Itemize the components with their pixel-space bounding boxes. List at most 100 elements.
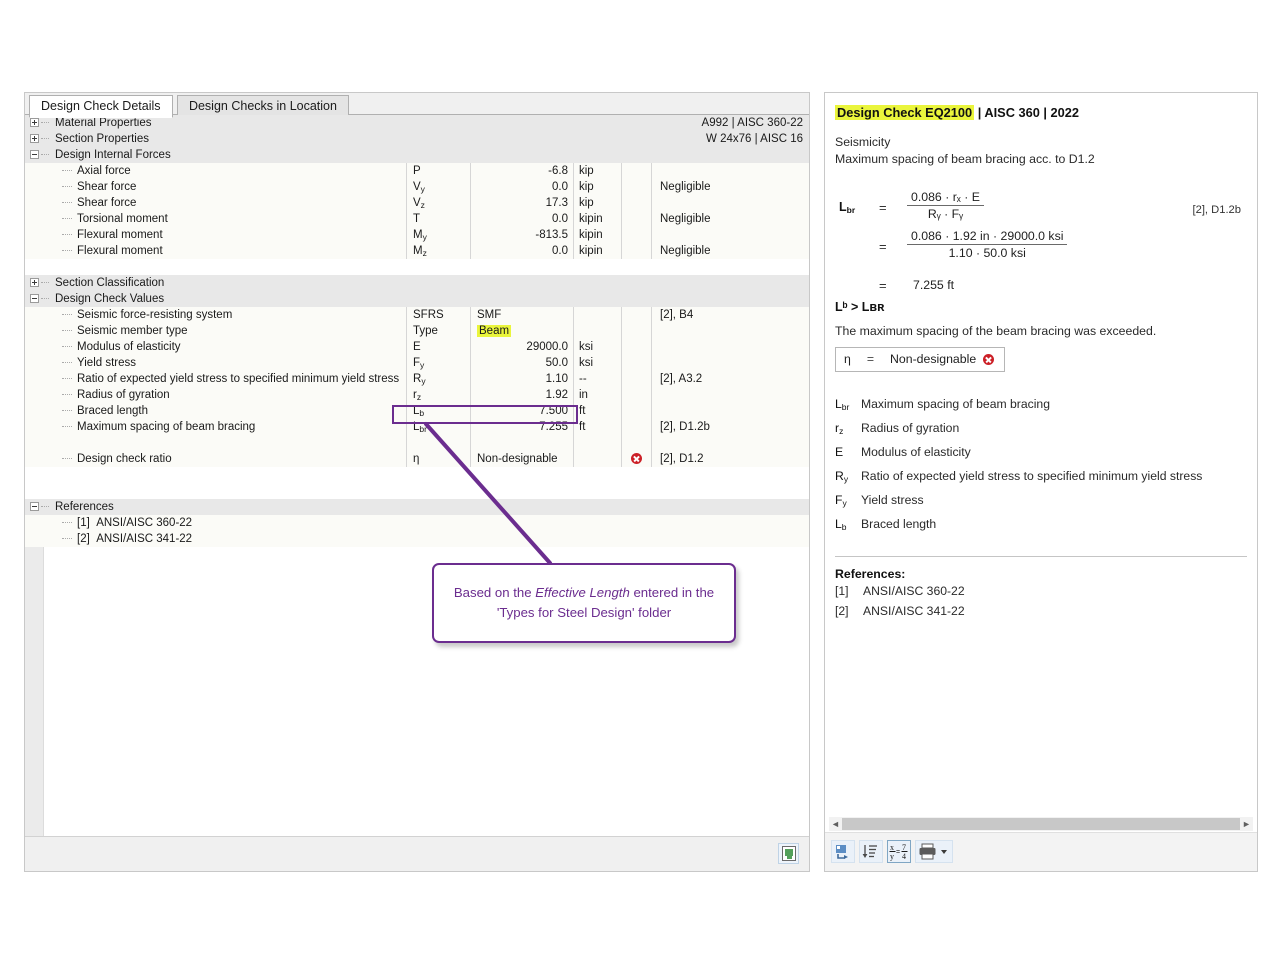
tree-dash (62, 250, 72, 252)
row-value: -6.8 (470, 163, 573, 179)
row-note (621, 179, 651, 195)
eta-symbol: η (844, 352, 851, 366)
fraction-denominator: Rᵧ · Fᵧ (907, 206, 984, 221)
row-unit: ft (573, 419, 621, 435)
group-row-design-internal-forces[interactable]: Design Internal Forces (25, 147, 809, 163)
row-unit: kipin (573, 243, 621, 259)
group-row-section-classification[interactable]: Section Classification (25, 275, 809, 291)
tree-dash (62, 314, 72, 316)
svg-text:x: x (890, 843, 894, 852)
tree-dash (62, 394, 72, 396)
sort-list-button[interactable] (859, 840, 883, 863)
reference-entry: [1] ANSI/AISC 360-22 (73, 515, 192, 531)
table-row[interactable]: Flexural moment My -813.5 kipin (25, 227, 809, 243)
eta-equals: = (867, 352, 874, 366)
expander-plus-icon[interactable] (30, 134, 39, 143)
table-row[interactable]: Yield stress Fy 50.0 ksi (25, 355, 809, 371)
table-row[interactable]: Flexural moment Mz 0.0 kipin Negligible (25, 243, 809, 259)
fraction-numerator: 0.086 · rₓ · E (907, 190, 984, 206)
fraction-denominator: 1.10 · 50.0 ksi (907, 245, 1067, 260)
formula-toolbar: x y = 7 4 (825, 832, 1257, 871)
row-label: Shear force (73, 195, 136, 211)
eta-value: Non-designable (890, 352, 976, 366)
horizontal-scrollbar[interactable]: ◄ ► (829, 817, 1253, 831)
callout-text-emphasis: Effective Length (535, 585, 630, 600)
tree-dash (62, 410, 72, 412)
print-dropdown-icon (941, 850, 947, 854)
expander-minus-icon[interactable] (30, 150, 39, 159)
table-row[interactable]: Maximum spacing of beam bracing Lbr 7.25… (25, 419, 809, 435)
list-item[interactable]: [1] ANSI/AISC 360-22 (25, 515, 809, 531)
row-remark: Negligible (651, 211, 809, 227)
row-symbol: Vy (406, 179, 470, 195)
table-row[interactable]: Seismic member type Type Beam (25, 323, 809, 339)
row-value: 50.0 (470, 355, 573, 371)
table-row[interactable]: Axial force P -6.8 kip (25, 163, 809, 179)
group-row-references[interactable]: References (25, 499, 809, 515)
row-symbol: η (406, 451, 470, 467)
export-button[interactable] (831, 840, 855, 863)
row-note (621, 403, 651, 419)
tree-dash (62, 170, 72, 172)
table-row[interactable]: Modulus of elasticity E 29000.0 ksi (25, 339, 809, 355)
legend-item: Lbr Maximum spacing of beam bracing (835, 394, 1247, 418)
svg-text:7: 7 (902, 843, 906, 852)
formula-fraction-symbolic: 0.086 · rₓ · E Rᵧ · Fᵧ (907, 190, 984, 221)
group-row-section-properties[interactable]: Section Properties W 24x76 | AISC 16 (25, 131, 809, 147)
row-label: Torsional moment (73, 211, 168, 227)
formula-equals: = (879, 239, 887, 254)
scroll-left-arrow-icon[interactable]: ◄ (829, 817, 842, 831)
expander-minus-icon[interactable] (30, 502, 39, 511)
table-row[interactable]: Shear force Vy 0.0 kip Negligible (25, 179, 809, 195)
expander-plus-icon[interactable] (30, 118, 39, 127)
row-label: Seismic force-resisting system (73, 307, 232, 323)
legend-description: Yield stress (861, 490, 924, 511)
row-symbol (406, 435, 470, 451)
expander-minus-icon[interactable] (30, 294, 39, 303)
scrollbar-thumb[interactable] (842, 818, 1240, 830)
row-unit (573, 323, 621, 339)
symbol-legend: Lbr Maximum spacing of beam bracing rz R… (835, 394, 1247, 538)
row-label: Design check ratio (73, 451, 172, 467)
tabstrip: Design Check Details Design Checks in Lo… (25, 93, 809, 115)
table-row[interactable]: Shear force Vz 17.3 kip (25, 195, 809, 211)
row-reference (651, 355, 809, 371)
formula-content: Design Check EQ2100 | AISC 360 | 2022 Se… (825, 93, 1257, 815)
table-row[interactable]: Seismic force-resisting system SFRS SMF … (25, 307, 809, 323)
print-button[interactable] (915, 840, 953, 863)
legend-symbol: Fy (835, 490, 861, 514)
table-row-braced-length[interactable]: Braced length Lb 7.500 ft (25, 403, 809, 419)
spreadsheet-export-button[interactable] (778, 843, 799, 864)
row-label: Radius of gyration (73, 387, 170, 403)
print-icon (916, 841, 952, 862)
detail-tree[interactable]: Material Properties A992 | AISC 360-22 S… (25, 115, 809, 837)
table-row-design-check-ratio[interactable]: Design check ratio η Non-designable [2],… (25, 451, 809, 467)
row-symbol: Fy (406, 355, 470, 371)
table-row[interactable]: Ratio of expected yield stress to specif… (25, 371, 809, 387)
list-item[interactable]: [2] ANSI/AISC 341-22 (25, 531, 809, 547)
table-row[interactable]: Torsional moment T 0.0 kipin Negligible (25, 211, 809, 227)
error-icon (631, 453, 642, 464)
row-label: Flexural moment (73, 227, 163, 243)
tree-dash (62, 202, 72, 204)
formula-block: Lbr = 0.086 · rₓ · E Rᵧ · Fᵧ = 0.086 · 1… (835, 186, 1247, 294)
row-reference (651, 403, 809, 419)
reference-number: [1] (835, 581, 863, 601)
scroll-right-arrow-icon[interactable]: ► (1240, 817, 1253, 831)
tab-design-checks-in-location[interactable]: Design Checks in Location (177, 95, 349, 117)
group-label: Design Check Values (51, 291, 164, 307)
group-row-design-check-values[interactable]: Design Check Values (25, 291, 809, 307)
legend-item: Ry Ratio of expected yield stress to spe… (835, 466, 1247, 490)
legend-symbol: rz (835, 418, 861, 442)
formula-fraction-icon: x y = 7 4 (888, 841, 910, 862)
row-label: Modulus of elasticity (73, 339, 181, 355)
formula-fraction-button[interactable]: x y = 7 4 (887, 840, 911, 863)
legend-description: Ratio of expected yield stress to specif… (861, 466, 1202, 487)
spacer-row (25, 483, 809, 499)
group-label: Section Properties (51, 131, 149, 147)
table-row[interactable]: Radius of gyration rz 1.92 in (25, 387, 809, 403)
callout-text-before: Based on the (454, 585, 535, 600)
tab-design-check-details[interactable]: Design Check Details (29, 95, 173, 118)
row-unit: -- (573, 371, 621, 387)
expander-plus-icon[interactable] (30, 278, 39, 287)
